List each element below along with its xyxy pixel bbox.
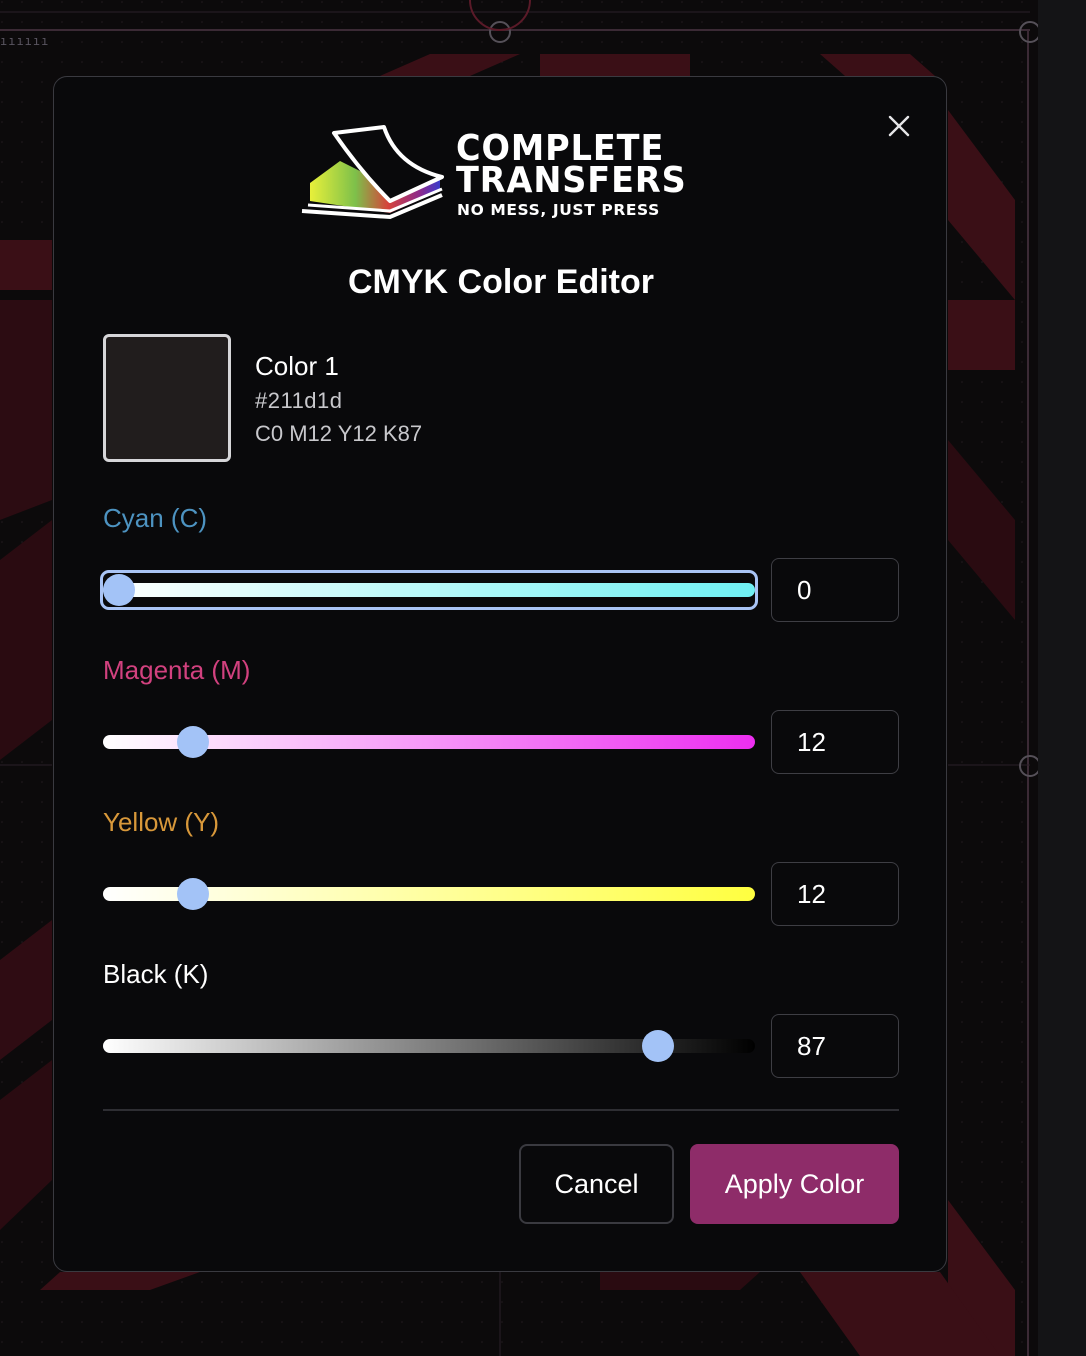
color-swatch bbox=[103, 334, 231, 462]
close-button[interactable] bbox=[883, 110, 915, 142]
stacked-transfer-sheets-icon bbox=[301, 125, 444, 220]
cyan-label: Cyan (C) bbox=[103, 503, 208, 533]
magenta-label: Magenta (M) bbox=[103, 655, 251, 685]
ruler-ticks: ıııııı bbox=[0, 34, 50, 48]
color-hex-value: #211d1d bbox=[255, 388, 343, 413]
dialog-title: CMYK Color Editor bbox=[348, 263, 654, 301]
cmyk-editor-dialog: COMPLETE TRANSFERS NO MESS, JUST PRESS C… bbox=[53, 76, 947, 1272]
brand-name-line2: TRANSFERS bbox=[456, 160, 687, 201]
close-icon bbox=[888, 115, 910, 137]
black-label: Black (K) bbox=[103, 959, 209, 989]
cyan-slider-thumb[interactable] bbox=[103, 574, 135, 606]
magenta-slider[interactable] bbox=[103, 725, 755, 759]
black-value-input[interactable] bbox=[771, 1014, 899, 1078]
cancel-button[interactable]: Cancel bbox=[519, 1144, 674, 1224]
cyan-slider-track bbox=[103, 583, 755, 597]
yellow-label: Yellow (Y) bbox=[103, 807, 220, 837]
cyan-value-input[interactable] bbox=[771, 558, 899, 622]
divider bbox=[103, 1109, 899, 1111]
apply-color-button[interactable]: Apply Color bbox=[690, 1144, 899, 1224]
yellow-slider-thumb[interactable] bbox=[177, 878, 210, 910]
brand-logo: COMPLETE TRANSFERS NO MESS, JUST PRESS bbox=[300, 121, 702, 225]
cyan-slider[interactable] bbox=[100, 570, 758, 610]
scrollbar-gutter bbox=[1038, 0, 1086, 1356]
magenta-value-input[interactable] bbox=[771, 710, 899, 774]
black-slider[interactable] bbox=[103, 1029, 755, 1063]
yellow-slider[interactable] bbox=[103, 877, 755, 911]
color-name: Color 1 bbox=[255, 351, 339, 381]
magenta-slider-thumb[interactable] bbox=[177, 726, 210, 758]
brand-tagline: NO MESS, JUST PRESS bbox=[457, 201, 660, 219]
black-slider-thumb[interactable] bbox=[642, 1030, 675, 1062]
color-cmyk-value: C0 M12 Y12 K87 bbox=[255, 421, 423, 446]
yellow-value-input[interactable] bbox=[771, 862, 899, 926]
